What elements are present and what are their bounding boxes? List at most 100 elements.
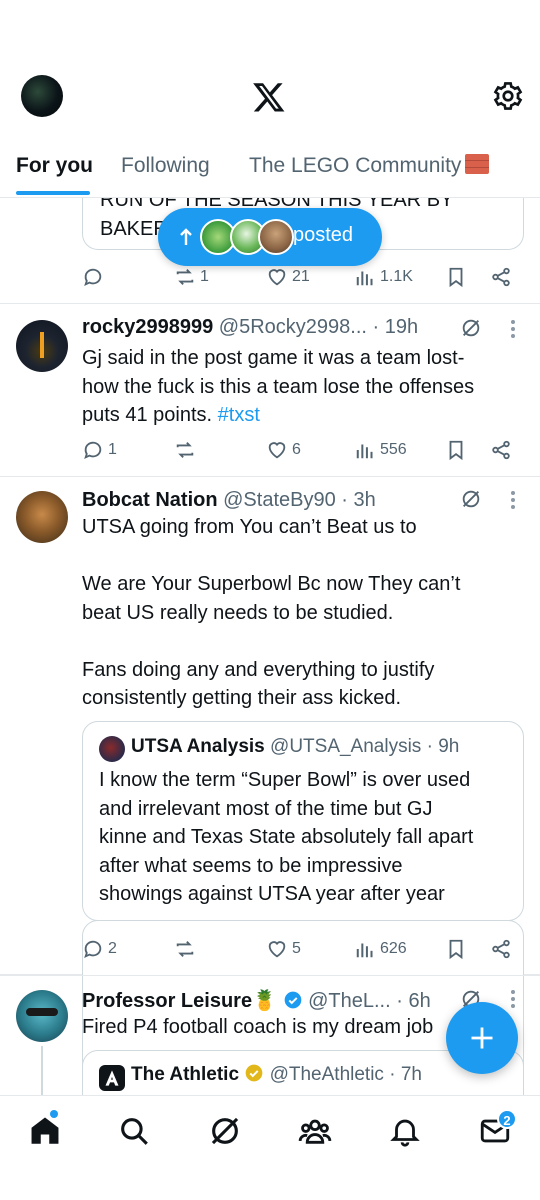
post-text: Gj said in the post game it was a team l… xyxy=(82,344,512,430)
text-line: kinne and Texas State absolutely fall ap… xyxy=(99,826,474,848)
post[interactable]: rocky2998999 @5Rocky2998... · 19h Gj sai… xyxy=(0,304,540,477)
notifications-icon xyxy=(390,1119,420,1147)
views-icon xyxy=(356,271,373,286)
views-button[interactable]: 556 xyxy=(354,435,407,465)
share-button[interactable] xyxy=(490,435,512,465)
post-time[interactable]: · 19h xyxy=(373,316,419,338)
grok-icon[interactable] xyxy=(460,317,482,339)
tab-following[interactable]: Following xyxy=(121,154,210,178)
view-count: 626 xyxy=(380,940,407,957)
nav-notifications[interactable] xyxy=(388,1114,422,1148)
repost-icon xyxy=(176,269,194,285)
reply-button[interactable]: 1 xyxy=(82,435,117,465)
quoted-post[interactable]: UTSA Analysis @UTSA_Analysis · 9h I know… xyxy=(82,721,524,921)
compose-post-button[interactable] xyxy=(446,1002,518,1074)
nav-home[interactable] xyxy=(28,1114,62,1148)
post-divider xyxy=(0,975,540,976)
new-posts-pill[interactable]: posted xyxy=(158,208,382,266)
like-count: 21 xyxy=(292,268,310,285)
author-name[interactable]: Bobcat Nation xyxy=(82,489,218,511)
post-actions: 1 21 1.1K xyxy=(82,262,522,292)
more-options-icon[interactable] xyxy=(510,990,516,1010)
tower-glyph xyxy=(40,332,44,358)
unread-dot xyxy=(50,1110,58,1118)
quote-author-handle: @TheAthletic xyxy=(269,1064,384,1085)
text-line: showings against UTSA year after year xyxy=(99,883,445,905)
views-icon xyxy=(356,444,373,459)
bookmark-icon xyxy=(449,939,463,960)
post-text: UTSA going from You can’t Beat us to We … xyxy=(82,513,512,713)
like-button[interactable]: 21 xyxy=(266,262,310,292)
verified-gold-badge-icon xyxy=(245,1064,263,1082)
repost-button[interactable]: 1 xyxy=(174,262,209,292)
gear-icon[interactable] xyxy=(492,80,524,112)
profile-avatar[interactable] xyxy=(21,75,63,117)
name-emoji: 🍍 xyxy=(252,990,277,1012)
nav-communities[interactable] xyxy=(298,1114,332,1148)
nav-search[interactable] xyxy=(117,1114,151,1148)
author-name[interactable]: Professor Leisure xyxy=(82,990,252,1012)
brick-icon xyxy=(465,154,490,174)
share-button[interactable] xyxy=(490,262,512,292)
like-button[interactable]: 5 xyxy=(266,934,301,964)
text-line: We are Your Superbowl Bc now They can’t xyxy=(82,573,461,595)
pill-label: posted xyxy=(293,224,354,246)
quote-author-name: UTSA Analysis xyxy=(131,736,265,757)
views-button[interactable]: 1.1K xyxy=(354,262,413,292)
quote-header: The Athletic @TheAthletic · 7h xyxy=(131,1063,422,1086)
author-name[interactable]: rocky2998999 xyxy=(82,316,213,338)
post-time[interactable]: · 6h xyxy=(396,990,430,1012)
quote-time: · 7h xyxy=(389,1064,422,1085)
bookmark-button[interactable] xyxy=(445,262,467,292)
post-time[interactable]: · 3h xyxy=(341,489,375,511)
view-count: 556 xyxy=(380,441,407,458)
post-actions: 1 6 556 xyxy=(82,435,522,465)
text-line: how the fuck is this a team lose the off… xyxy=(82,375,475,398)
views-button[interactable]: 626 xyxy=(354,934,407,964)
messages-badge: 2 xyxy=(497,1109,517,1129)
hashtag-link[interactable]: #txst xyxy=(218,404,260,426)
repost-button[interactable] xyxy=(174,435,200,465)
bookmark-button[interactable] xyxy=(445,435,467,465)
tab-label: The LEGO Community xyxy=(249,154,462,177)
bookmark-button[interactable] xyxy=(445,934,467,964)
avatar[interactable] xyxy=(16,491,68,543)
share-button[interactable] xyxy=(490,934,512,964)
repost-count: 1 xyxy=(200,268,209,285)
avatar[interactable] xyxy=(16,320,68,372)
tab-for-you[interactable]: For you xyxy=(16,154,93,178)
text-line: consistently getting their ass kicked. xyxy=(82,687,402,709)
plus-icon xyxy=(471,1027,493,1049)
avatar xyxy=(258,219,294,255)
nav-grok[interactable] xyxy=(208,1114,242,1148)
text-line xyxy=(82,542,512,571)
repost-icon xyxy=(176,941,194,957)
more-options-icon[interactable] xyxy=(510,491,516,511)
reply-icon xyxy=(84,940,102,959)
quote-header: UTSA Analysis @UTSA_Analysis · 9h xyxy=(131,736,459,758)
reply-button[interactable] xyxy=(82,262,108,292)
quote-author-handle: @UTSA_Analysis xyxy=(270,736,422,757)
reply-count: 2 xyxy=(108,940,117,957)
reply-icon xyxy=(84,268,102,287)
text-line: Fans doing any and everything to justify xyxy=(82,658,435,681)
tab-lego-community[interactable]: The LEGO Community xyxy=(249,154,490,178)
grok-icon xyxy=(211,1117,239,1145)
quote-time: · 9h xyxy=(426,736,460,757)
text-line: and irrelevant most of the time but GJ xyxy=(99,797,433,820)
more-options-icon[interactable] xyxy=(510,320,516,340)
timeline-feed[interactable]: RUN OF THE SEASON THIS YEAR BY BAKER 1 2… xyxy=(0,198,540,1095)
reply-button[interactable]: 2 xyxy=(82,934,117,964)
post-header: Bobcat Nation @StateBy90 · 3h xyxy=(82,489,522,512)
repost-button[interactable] xyxy=(174,934,200,964)
like-button[interactable]: 6 xyxy=(266,435,301,465)
avatar[interactable] xyxy=(16,990,68,1042)
top-header: For you Following The LEGO Community xyxy=(0,0,540,198)
grok-icon[interactable] xyxy=(460,488,482,510)
text-line: Gj said in the post game it was a team l… xyxy=(82,347,465,369)
author-handle[interactable]: @TheL... xyxy=(308,990,391,1012)
timeline-tabs: For you Following The LEGO Community xyxy=(0,140,540,198)
author-handle[interactable]: @5Rocky2998... xyxy=(219,316,367,338)
text-line: beat US really needs to be studied. xyxy=(82,601,394,624)
author-handle[interactable]: @StateBy90 xyxy=(223,489,336,511)
